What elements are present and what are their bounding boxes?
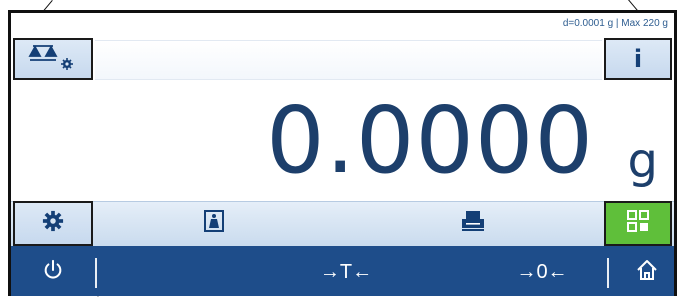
info-button[interactable]: i: [604, 38, 672, 80]
weight-unit: g: [627, 133, 658, 189]
nav-divider: [607, 258, 609, 288]
settings-button[interactable]: [13, 201, 93, 246]
readability-info: d=0.0001 g | Max 220 g: [562, 18, 668, 29]
home-button[interactable]: [613, 246, 674, 296]
home-icon: [635, 258, 659, 288]
tare-label: →T←: [319, 261, 373, 283]
zero-label: →0←: [516, 261, 568, 283]
grid-icon: [626, 209, 650, 238]
nav-divider: [95, 258, 97, 288]
balance-screen: d=0.0001 g | Max 220 g i 0.0000 g →T← →0…: [8, 10, 677, 296]
info-strip: [95, 40, 602, 80]
app-bar: [11, 201, 674, 247]
weight-icon: [204, 209, 224, 237]
weight-value: 0.0000: [266, 87, 594, 194]
zero-button[interactable]: →0←: [497, 246, 587, 296]
balance-settings-button[interactable]: [13, 38, 93, 80]
tare-button[interactable]: →T←: [301, 246, 391, 296]
power-icon: [42, 259, 64, 287]
gear-icon: [42, 210, 64, 237]
navigation-bar: →T← →0←: [11, 246, 674, 296]
print-button[interactable]: [461, 210, 485, 237]
balance-settings-icon: [27, 42, 79, 77]
info-icon: i: [633, 45, 643, 73]
printer-icon: [461, 210, 485, 237]
power-button[interactable]: [11, 246, 95, 296]
weighing-app-button[interactable]: [202, 209, 226, 237]
apps-button[interactable]: [604, 201, 672, 246]
